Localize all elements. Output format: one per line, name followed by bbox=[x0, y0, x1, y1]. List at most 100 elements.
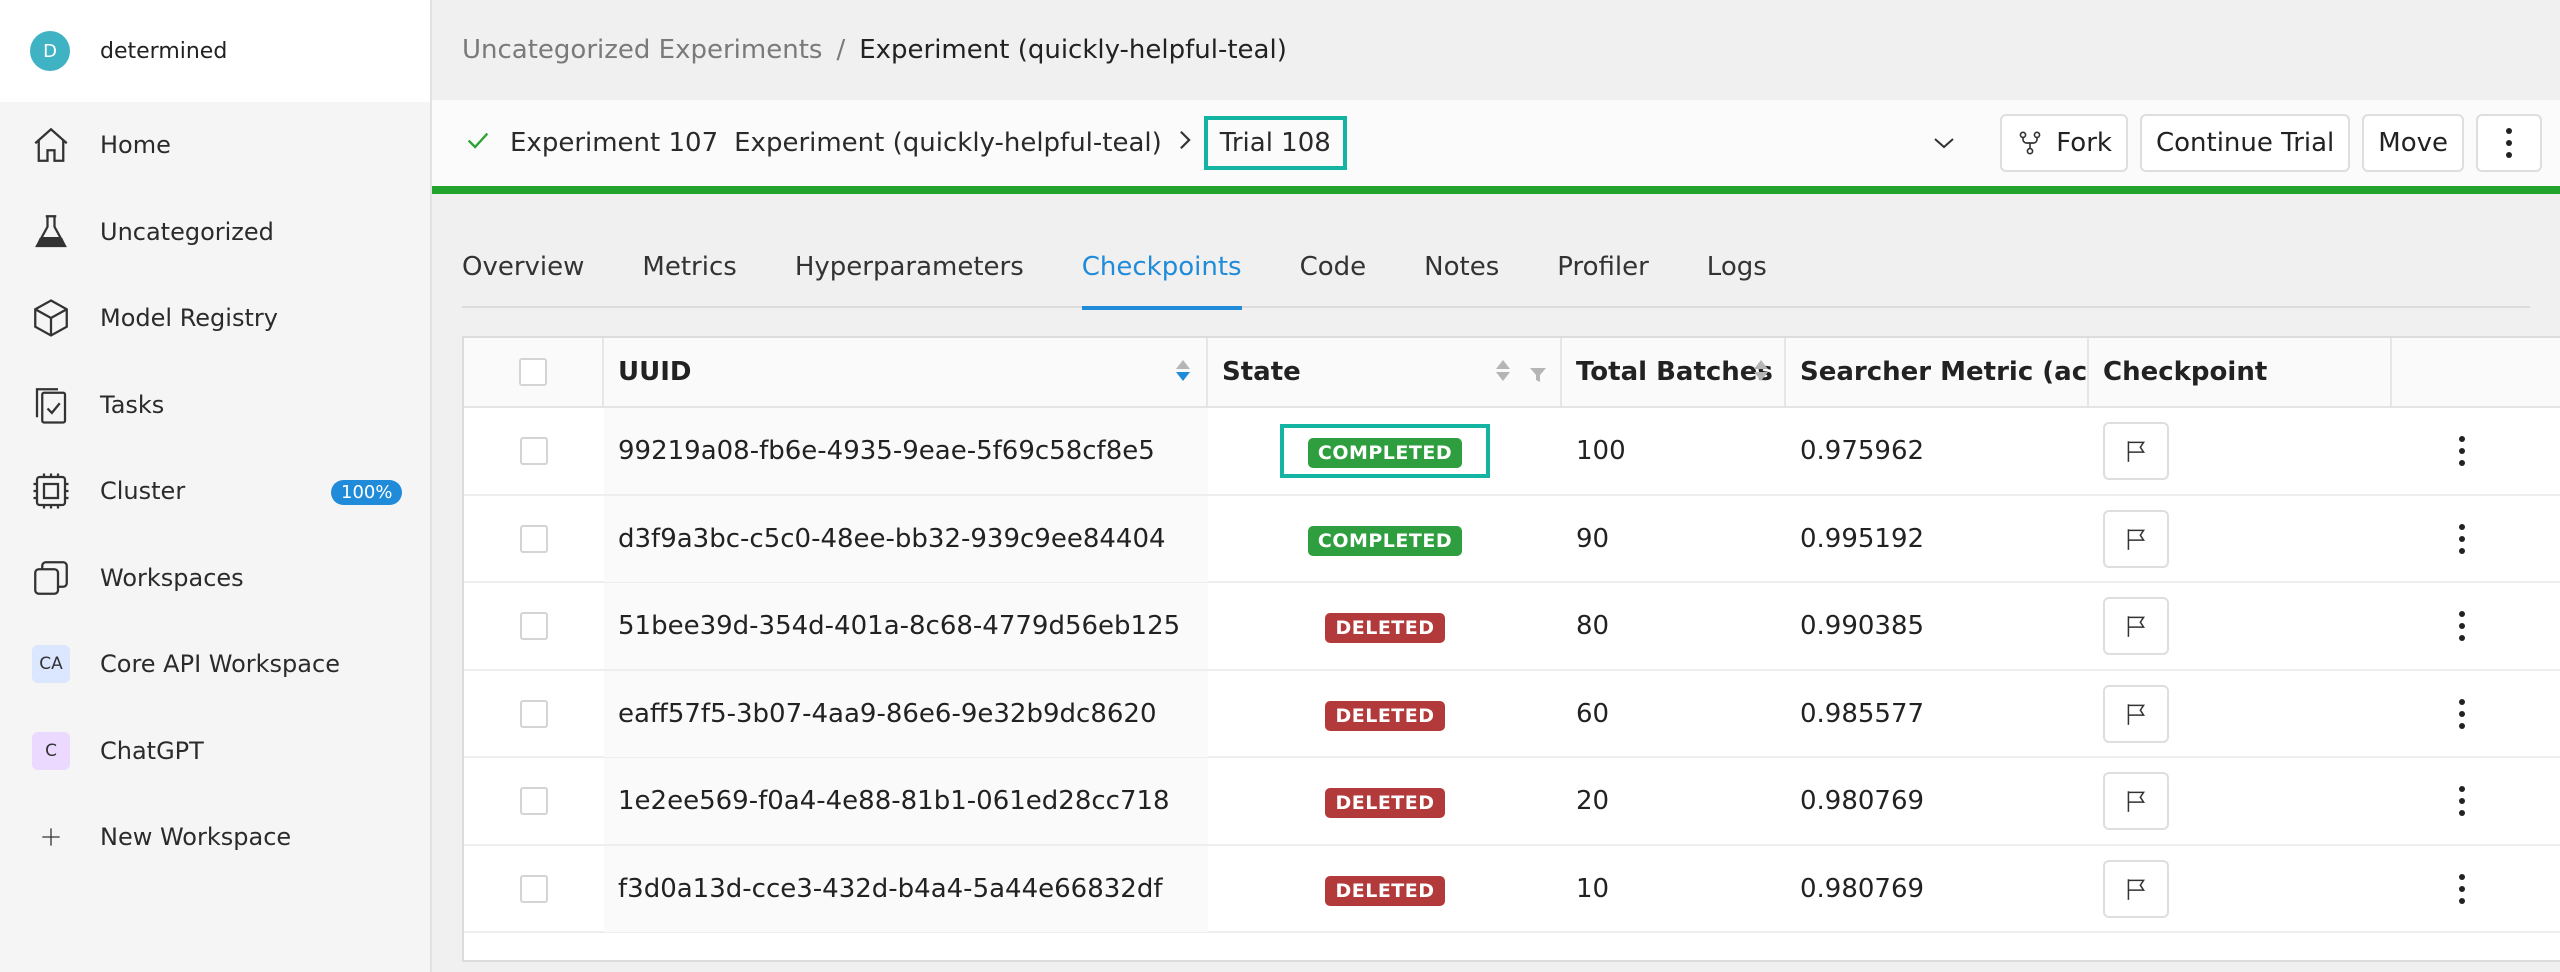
row-select-cell bbox=[464, 408, 604, 494]
fork-button[interactable]: Fork bbox=[2000, 114, 2128, 172]
row-actions-cell bbox=[2392, 671, 2532, 757]
state-cell: COMPLETED bbox=[1208, 408, 1562, 494]
total-batches-cell: 100 bbox=[1576, 436, 1626, 466]
sort-icon[interactable] bbox=[1754, 360, 1768, 381]
more-vertical-icon[interactable] bbox=[2459, 694, 2465, 734]
checkpoint-button[interactable] bbox=[2103, 422, 2169, 480]
sidebar-item-label: Workspaces bbox=[100, 563, 244, 592]
more-vertical-icon[interactable] bbox=[2459, 781, 2465, 821]
sidebar-item-label: Tasks bbox=[100, 390, 165, 419]
move-label: Move bbox=[2378, 128, 2448, 158]
row-checkbox[interactable] bbox=[520, 874, 548, 903]
workspace-avatar: C bbox=[32, 731, 70, 770]
cube-icon bbox=[28, 295, 74, 341]
checkpoint-button[interactable] bbox=[2103, 509, 2169, 568]
sidebar-item-label: Uncategorized bbox=[100, 217, 274, 246]
checkpoint-button[interactable] bbox=[2103, 772, 2169, 830]
tab-hyperparameters[interactable]: Hyperparameters bbox=[795, 240, 1024, 308]
table-row[interactable]: d3f9a3bc-c5c0-48ee-bb32-939c9ee84404 COMP… bbox=[464, 495, 2560, 583]
state-wrap: COMPLETED bbox=[1279, 424, 1491, 478]
brand-name: determined bbox=[100, 38, 228, 64]
sort-icon[interactable] bbox=[1176, 360, 1190, 381]
tab-notes[interactable]: Notes bbox=[1424, 240, 1499, 308]
row-checkbox[interactable] bbox=[520, 524, 548, 553]
table-row[interactable]: eaff57f5-3b07-4aa9-86e6-9e32b9dc8620 DELE… bbox=[464, 670, 2560, 758]
checkpoints-table: UUID State Total Batches Searcher Metric… bbox=[462, 336, 2560, 962]
experiment-name-link[interactable]: Experiment (quickly-helpful-teal) bbox=[734, 128, 1162, 158]
experiment-id-link[interactable]: Experiment 107 bbox=[510, 128, 718, 158]
sidebar-item-model-registry[interactable]: Model Registry bbox=[0, 275, 430, 362]
row-checkbox[interactable] bbox=[520, 787, 548, 815]
select-all-checkbox[interactable] bbox=[519, 358, 547, 386]
workspace-avatar-wrap: CA bbox=[28, 641, 74, 687]
sidebar-item-cluster[interactable]: Cluster 100% bbox=[0, 448, 430, 535]
more-actions-button[interactable] bbox=[2476, 114, 2542, 172]
checkpoint-cell bbox=[2089, 496, 2392, 582]
breadcrumb-parent-link[interactable]: Uncategorized Experiments bbox=[462, 35, 822, 65]
uuid-cell[interactable]: 99219a08-fb6e-4935-9eae-5f69c58cf8e5 bbox=[604, 408, 1208, 494]
move-button[interactable]: Move bbox=[2362, 114, 2464, 172]
sidebar-item-label: New Workspace bbox=[100, 823, 292, 852]
table-row[interactable]: f3d0a13d-cce3-432d-b4a4-5a44e66832df DELE… bbox=[464, 845, 2560, 933]
sidebar-item-chatgpt[interactable]: C ChatGPT bbox=[0, 708, 430, 795]
brand[interactable]: D determined bbox=[0, 0, 430, 102]
table-row[interactable]: 51bee39d-354d-401a-8c68-4779d56eb125 DELE… bbox=[464, 583, 2560, 671]
flag-icon bbox=[2127, 791, 2146, 812]
column-header-state[interactable]: State bbox=[1208, 338, 1562, 406]
workspace-avatar-wrap: C bbox=[28, 728, 74, 774]
chevron-down-icon[interactable] bbox=[1924, 114, 1964, 172]
uuid-cell[interactable]: f3d0a13d-cce3-432d-b4a4-5a44e66832df bbox=[604, 845, 1208, 932]
column-header-label: UUID bbox=[618, 357, 692, 387]
row-checkbox[interactable] bbox=[520, 612, 548, 640]
uuid-cell[interactable]: 1e2ee569-f0a4-4e88-81b1-061ed28cc718 bbox=[604, 758, 1208, 844]
checkpoint-button[interactable] bbox=[2103, 597, 2169, 655]
sidebar-item-new-workspace[interactable]: New Workspace bbox=[0, 794, 430, 881]
state-wrap: COMPLETED bbox=[1280, 512, 1490, 566]
column-header-searcher-metric[interactable]: Searcher Metric (accura bbox=[1786, 338, 2089, 406]
more-vertical-icon[interactable] bbox=[2459, 606, 2465, 646]
checkpoint-button[interactable] bbox=[2103, 859, 2169, 918]
sidebar-item-label: Home bbox=[100, 131, 171, 160]
column-header-checkpoint[interactable]: Checkpoint bbox=[2089, 338, 2392, 406]
table-row[interactable]: 99219a08-fb6e-4935-9eae-5f69c58cf8e5 COMP… bbox=[464, 408, 2560, 496]
tab-checkpoints[interactable]: Checkpoints bbox=[1081, 240, 1242, 310]
tab-profiler[interactable]: Profiler bbox=[1557, 240, 1649, 308]
tab-code[interactable]: Code bbox=[1300, 240, 1367, 308]
uuid-cell[interactable]: eaff57f5-3b07-4aa9-86e6-9e32b9dc8620 bbox=[604, 670, 1208, 757]
chevron-right-icon bbox=[1176, 129, 1194, 157]
more-vertical-icon[interactable] bbox=[2459, 519, 2465, 559]
filter-icon[interactable] bbox=[1528, 362, 1548, 392]
sidebar-item-label: Cluster bbox=[100, 477, 186, 506]
checkpoint-button[interactable] bbox=[2103, 684, 2169, 743]
continue-trial-button[interactable]: Continue Trial bbox=[2139, 114, 2351, 172]
sidebar-item-tasks[interactable]: Tasks bbox=[0, 362, 430, 449]
more-vertical-icon[interactable] bbox=[2459, 431, 2465, 471]
flag-icon bbox=[2127, 616, 2146, 637]
searcher-metric-cell: 0.985577 bbox=[1800, 698, 1925, 729]
flag-icon bbox=[2127, 528, 2146, 550]
column-header-actions bbox=[2392, 338, 2532, 406]
uuid-cell[interactable]: d3f9a3bc-c5c0-48ee-bb32-939c9ee84404 bbox=[604, 495, 1208, 582]
sort-icon[interactable] bbox=[1496, 360, 1510, 381]
checkpoint-cell bbox=[2089, 671, 2392, 757]
total-batches-cell: 20 bbox=[1576, 786, 1610, 816]
row-checkbox[interactable] bbox=[520, 699, 548, 728]
uuid-cell[interactable]: 51bee39d-354d-401a-8c68-4779d56eb125 bbox=[604, 583, 1208, 669]
tab-metrics[interactable]: Metrics bbox=[642, 240, 736, 308]
continue-trial-label: Continue Trial bbox=[2155, 128, 2335, 158]
sidebar-item-core-api-workspace[interactable]: CA Core API Workspace bbox=[0, 621, 430, 708]
table-row[interactable]: 1e2ee569-f0a4-4e88-81b1-061ed28cc718 DELE… bbox=[464, 758, 2560, 846]
user-avatar[interactable]: D bbox=[30, 31, 70, 71]
tab-overview[interactable]: Overview bbox=[462, 240, 584, 308]
column-header-total-batches[interactable]: Total Batches bbox=[1562, 338, 1786, 406]
column-header-uuid[interactable]: UUID bbox=[604, 338, 1208, 406]
row-checkbox[interactable] bbox=[520, 437, 548, 465]
sidebar: D determined Home Uncategorized Model Re… bbox=[0, 0, 432, 972]
sidebar-item-workspaces[interactable]: Workspaces bbox=[0, 535, 430, 622]
tab-logs[interactable]: Logs bbox=[1707, 240, 1767, 308]
state-cell: COMPLETED bbox=[1208, 496, 1562, 582]
sidebar-item-home[interactable]: Home bbox=[0, 102, 430, 189]
sidebar-item-uncategorized[interactable]: Uncategorized bbox=[0, 189, 430, 276]
more-vertical-icon[interactable] bbox=[2459, 869, 2465, 909]
breadcrumb-current: Experiment (quickly-helpful-teal) bbox=[859, 35, 1287, 65]
